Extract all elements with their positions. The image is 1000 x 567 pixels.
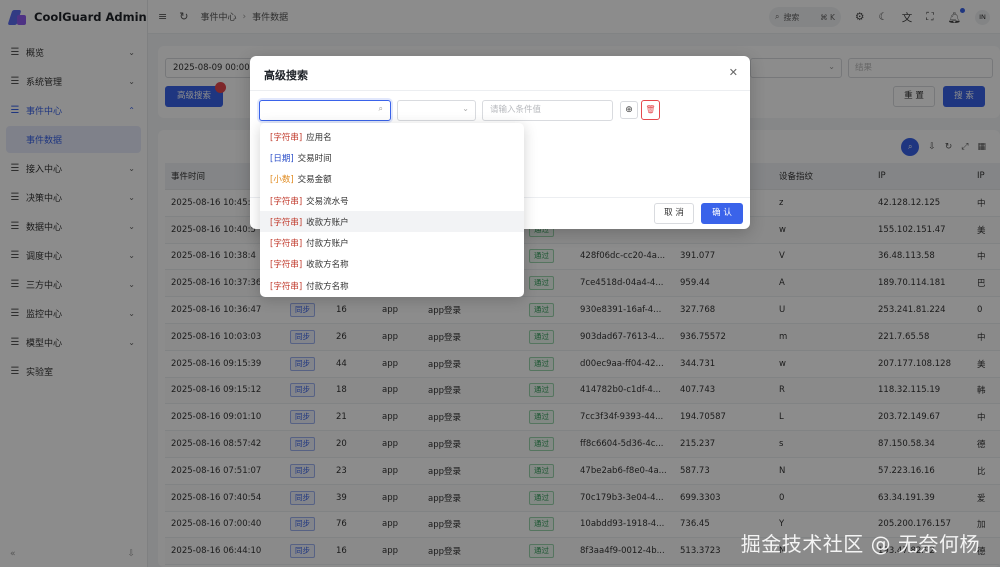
option-type: [字符串] xyxy=(270,196,303,207)
dropdown-option[interactable]: [字符串] 收款方名称 xyxy=(260,254,524,275)
cancel-button[interactable]: 取 消 xyxy=(654,203,694,224)
close-icon[interactable]: ✕ xyxy=(729,66,738,79)
condition-value-input[interactable]: 请输入条件值 xyxy=(482,100,613,121)
watermark: 掘金技术社区 @ 无奈何杨 xyxy=(740,532,980,556)
dropdown-option[interactable]: [字符串] 应用名 xyxy=(260,126,524,147)
dropdown-option[interactable]: [字符串] 收款方账户 xyxy=(260,211,524,233)
option-type: [字符串] xyxy=(270,132,303,143)
plus-circle-icon: ⊕ xyxy=(625,105,633,115)
option-type: [字符串] xyxy=(270,217,303,228)
trash-icon: 🗑︎ xyxy=(645,105,656,114)
option-label: 收款方账户 xyxy=(306,217,349,228)
field-select[interactable]: ⌕ xyxy=(259,100,391,121)
confirm-button[interactable]: 确 认 xyxy=(701,203,743,224)
dropdown-option[interactable]: [字符串] 付款方名称 xyxy=(260,275,524,296)
operator-select[interactable]: ⌄ xyxy=(397,100,476,121)
dropdown-option[interactable]: [小数] 交易金额 xyxy=(260,169,524,190)
dropdown-option[interactable]: [日期] 交易时间 xyxy=(260,147,524,168)
option-label: 交易金额 xyxy=(297,175,332,186)
dropdown-option[interactable]: [字符串] 付款方账户 xyxy=(260,232,524,253)
option-label: 收款方名称 xyxy=(306,260,349,271)
option-type: [字符串] xyxy=(270,281,303,292)
option-label: 应用名 xyxy=(306,132,332,143)
field-dropdown: [字符串] 应用名 [日期] 交易时间 [小数] 交易金额 [字符串] 交易流水号 [字… xyxy=(260,123,524,297)
option-type: [字符串] xyxy=(270,239,303,250)
add-condition-button[interactable]: ⊕ xyxy=(620,101,638,119)
option-label: 付款方账户 xyxy=(306,239,349,250)
option-type: [日期] xyxy=(270,153,294,164)
option-label: 付款方名称 xyxy=(306,281,349,292)
search-icon: ⌕ xyxy=(378,104,383,113)
delete-condition-button[interactable]: 🗑︎ xyxy=(641,100,660,120)
dropdown-option[interactable]: [字符串] 交易流水号 xyxy=(260,190,524,211)
option-type: [小数] xyxy=(270,175,294,186)
option-label: 交易流水号 xyxy=(306,196,349,207)
divider xyxy=(250,90,750,91)
chevron-down-icon: ⌄ xyxy=(462,104,469,113)
option-label: 交易时间 xyxy=(297,153,332,164)
option-type: [字符串] xyxy=(270,260,303,271)
modal-title: 高级搜索 xyxy=(264,69,308,82)
